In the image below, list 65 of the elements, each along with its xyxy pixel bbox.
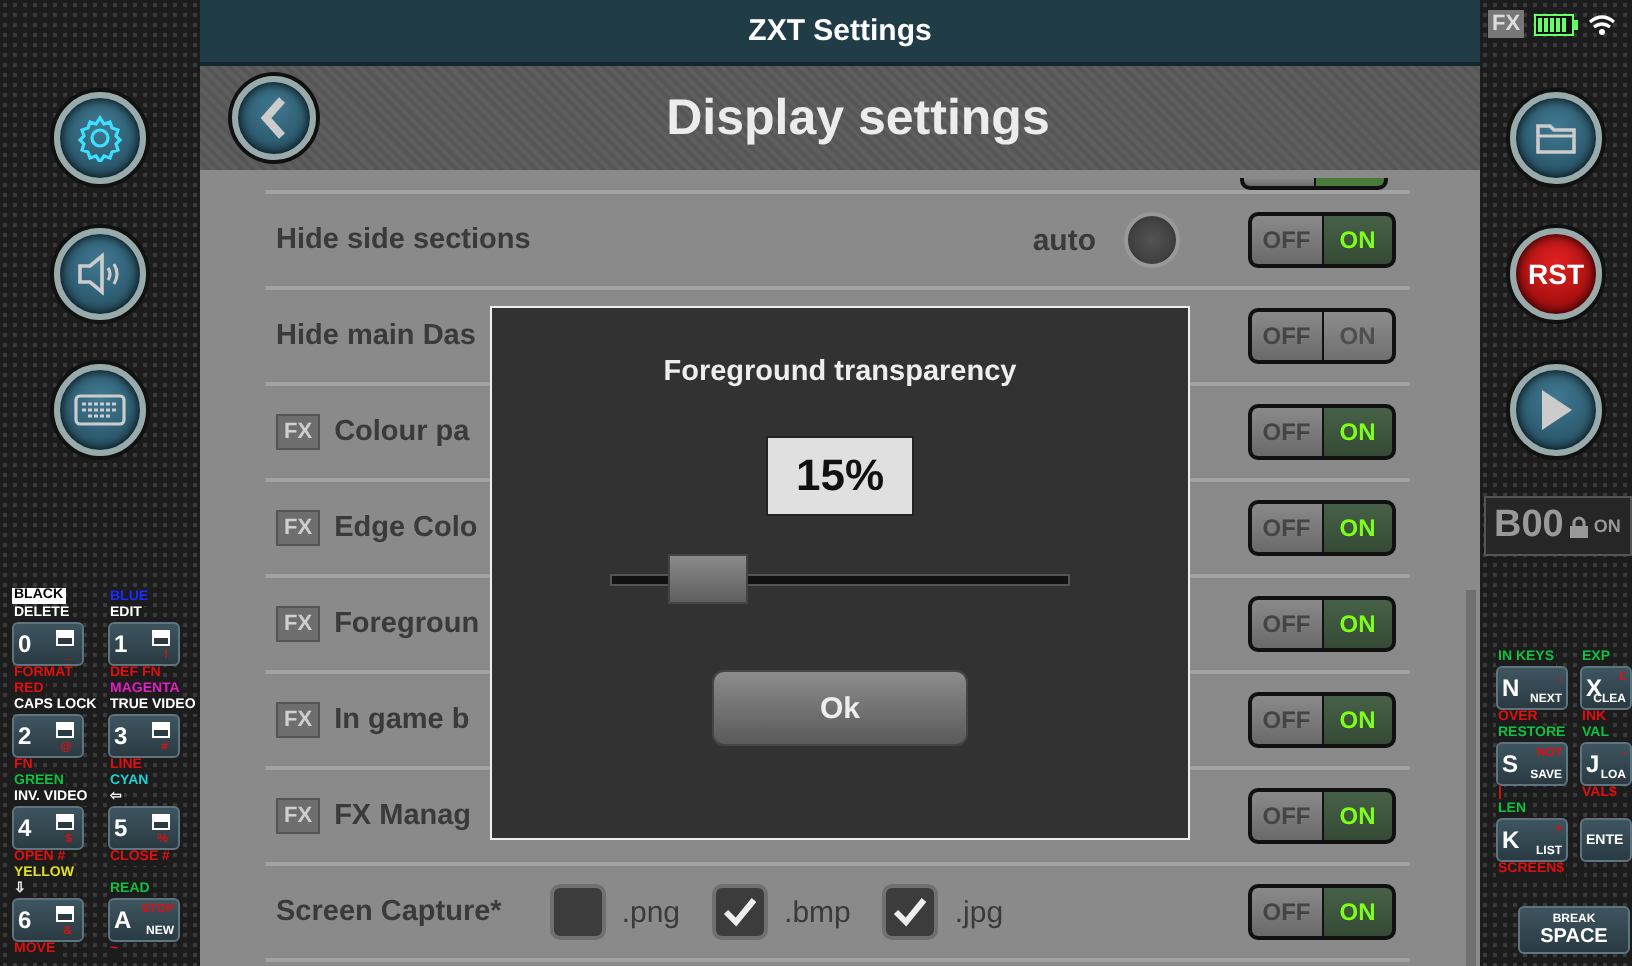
format-label: .jpg	[954, 895, 1004, 929]
slider-thumb[interactable]	[667, 554, 747, 604]
slider-track[interactable]	[610, 554, 1070, 604]
format-label: .bmp	[784, 895, 851, 929]
auto-button[interactable]	[1124, 212, 1180, 268]
setting-label: FX Manag	[334, 800, 472, 832]
window-title: ZXT Settings	[200, 0, 1480, 66]
block-graphic-icon	[56, 906, 74, 922]
page-title: Display settings	[664, 89, 1052, 147]
play-button[interactable]	[1510, 364, 1602, 456]
block-graphic-icon	[152, 814, 170, 830]
value-display: 15%	[765, 436, 915, 516]
block-graphic-icon	[56, 722, 74, 738]
on-off-switch[interactable]: OFF ON	[1248, 404, 1396, 460]
fx-badge: FX	[276, 510, 321, 546]
setting-label: Colour pa	[334, 416, 470, 448]
sound-button[interactable]	[54, 228, 146, 320]
setting-label: Foregroun	[334, 608, 480, 640]
lock-icon	[1569, 515, 1588, 537]
settings-icon	[76, 114, 124, 162]
block-graphic-icon	[56, 814, 74, 830]
on-off-switch[interactable]: OFF ON	[1248, 692, 1396, 748]
block-graphic-icon	[152, 630, 170, 646]
check-icon	[890, 894, 931, 930]
fx-badge: FX	[1488, 10, 1525, 38]
setting-label: Hide main Das	[276, 320, 476, 352]
block-graphic-icon	[152, 722, 170, 738]
slot-label: B00	[1494, 504, 1564, 548]
scrollbar[interactable]	[1466, 590, 1476, 966]
fx-badge: FX	[276, 798, 321, 834]
checkbox[interactable]	[712, 884, 769, 940]
speaker-icon	[76, 252, 124, 296]
fx-badge: FX	[276, 702, 321, 738]
back-button[interactable]	[232, 76, 316, 160]
setting-label: Screen Capture*	[276, 896, 502, 928]
on-off-switch[interactable]: OFF ON	[1248, 788, 1396, 844]
setting-label: In game b	[334, 704, 470, 736]
on-off-switch[interactable]	[1240, 178, 1388, 190]
setting-label: Edge Colo	[334, 512, 478, 544]
folder-button[interactable]	[1510, 92, 1602, 184]
on-off-switch[interactable]: OFF ON	[1248, 596, 1396, 652]
block-graphic-icon	[56, 630, 74, 646]
check-icon	[720, 894, 761, 930]
folder-icon	[1534, 120, 1578, 156]
on-off-switch[interactable]: OFF ON	[1248, 212, 1396, 268]
wifi-icon	[1588, 12, 1617, 36]
ok-button[interactable]: Ok	[712, 670, 968, 746]
dialog-title: Foreground transparency	[663, 356, 1017, 388]
checkbox[interactable]	[882, 884, 939, 940]
settings-button[interactable]	[54, 92, 146, 184]
format-label: .png	[621, 895, 681, 929]
battery-icon	[1534, 13, 1579, 35]
fx-badge: FX	[276, 414, 321, 450]
lock-state: ON	[1593, 516, 1621, 536]
keyboard-icon	[74, 394, 126, 426]
fx-badge: FX	[276, 606, 321, 642]
play-icon	[1538, 388, 1574, 432]
setting-label: Hide side sections	[276, 224, 531, 256]
chevron-left-icon	[260, 96, 288, 140]
keyboard-button[interactable]	[54, 364, 146, 456]
checkbox[interactable]	[549, 884, 606, 940]
reset-button[interactable]: RST	[1510, 228, 1602, 320]
auto-label: auto	[1032, 223, 1096, 257]
on-off-switch[interactable]: OFF ON	[1248, 500, 1396, 556]
on-off-switch[interactable]: OFF ON	[1248, 884, 1396, 940]
